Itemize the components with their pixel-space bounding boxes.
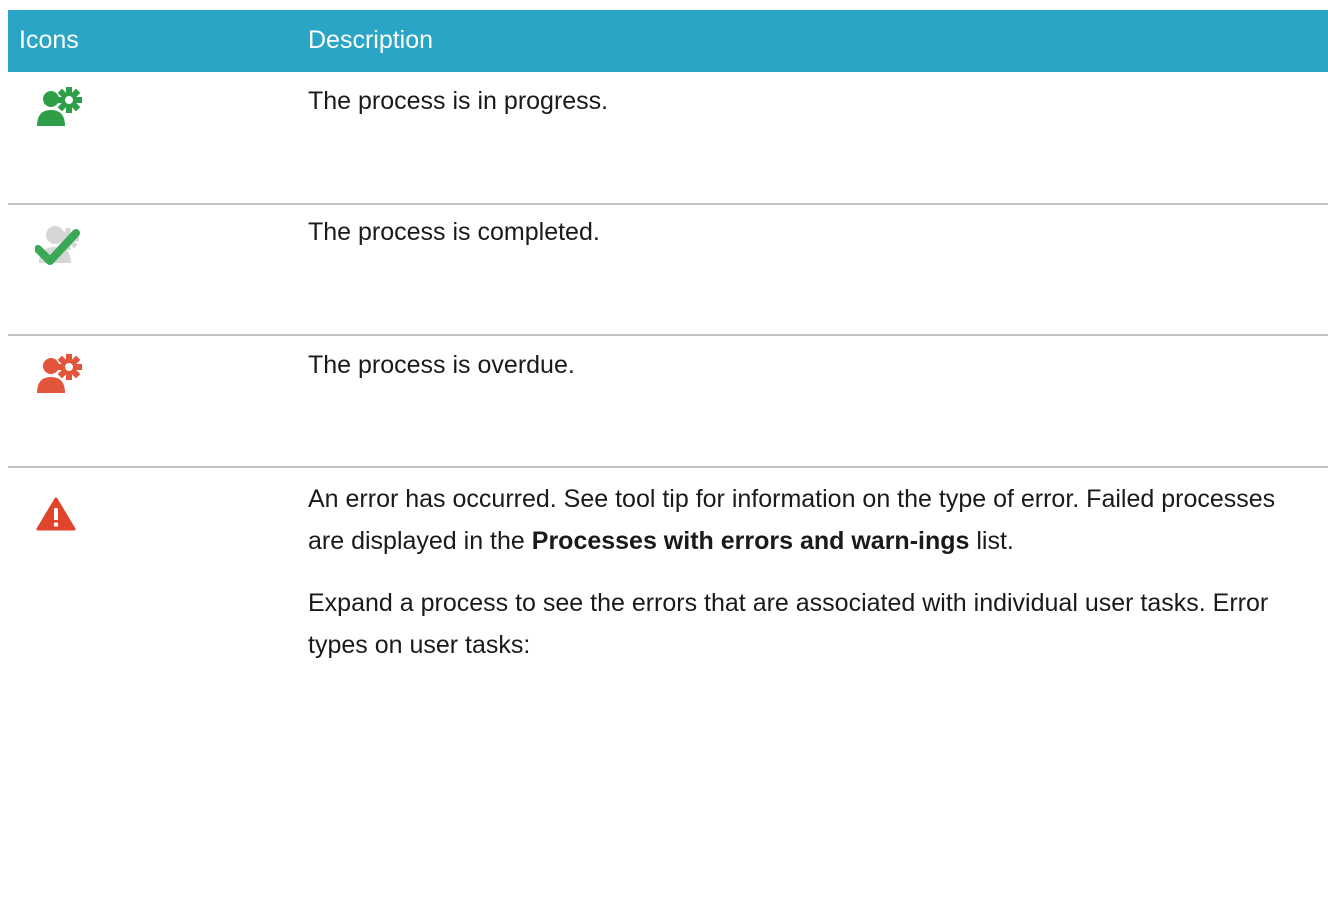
error-warning-icon — [36, 497, 76, 536]
description-text: list. — [969, 527, 1014, 555]
table-header: Icons Description — [8, 10, 1328, 72]
row-description: An error has occurred. See tool tip for … — [308, 478, 1318, 666]
row-description: The process is overdue. — [308, 351, 575, 379]
table-row: The process is completed. — [8, 205, 1328, 336]
icons-column-header: Icons — [19, 26, 79, 54]
table-row: The process is overdue. — [8, 336, 1328, 468]
icon-legend-table: Icons Description The process is in prog… — [8, 10, 1328, 898]
description-column-header: Description — [308, 26, 434, 54]
process-completed-icon — [34, 221, 85, 272]
table-row: An error has occurred. See tool tip for … — [8, 468, 1328, 898]
process-in-progress-icon — [35, 86, 85, 133]
row-description: The process is in progress. — [308, 87, 609, 115]
error-description-paragraph: An error has occurred. See tool tip for … — [308, 478, 1318, 562]
processes-with-errors-list-name: Processes with errors and warn-ings — [531, 527, 970, 555]
process-overdue-icon — [35, 353, 85, 400]
table-row: The process is in progress. — [8, 72, 1328, 205]
error-types-paragraph: Expand a process to see the errors that … — [308, 589, 1269, 659]
row-description: The process is completed. — [308, 218, 600, 246]
